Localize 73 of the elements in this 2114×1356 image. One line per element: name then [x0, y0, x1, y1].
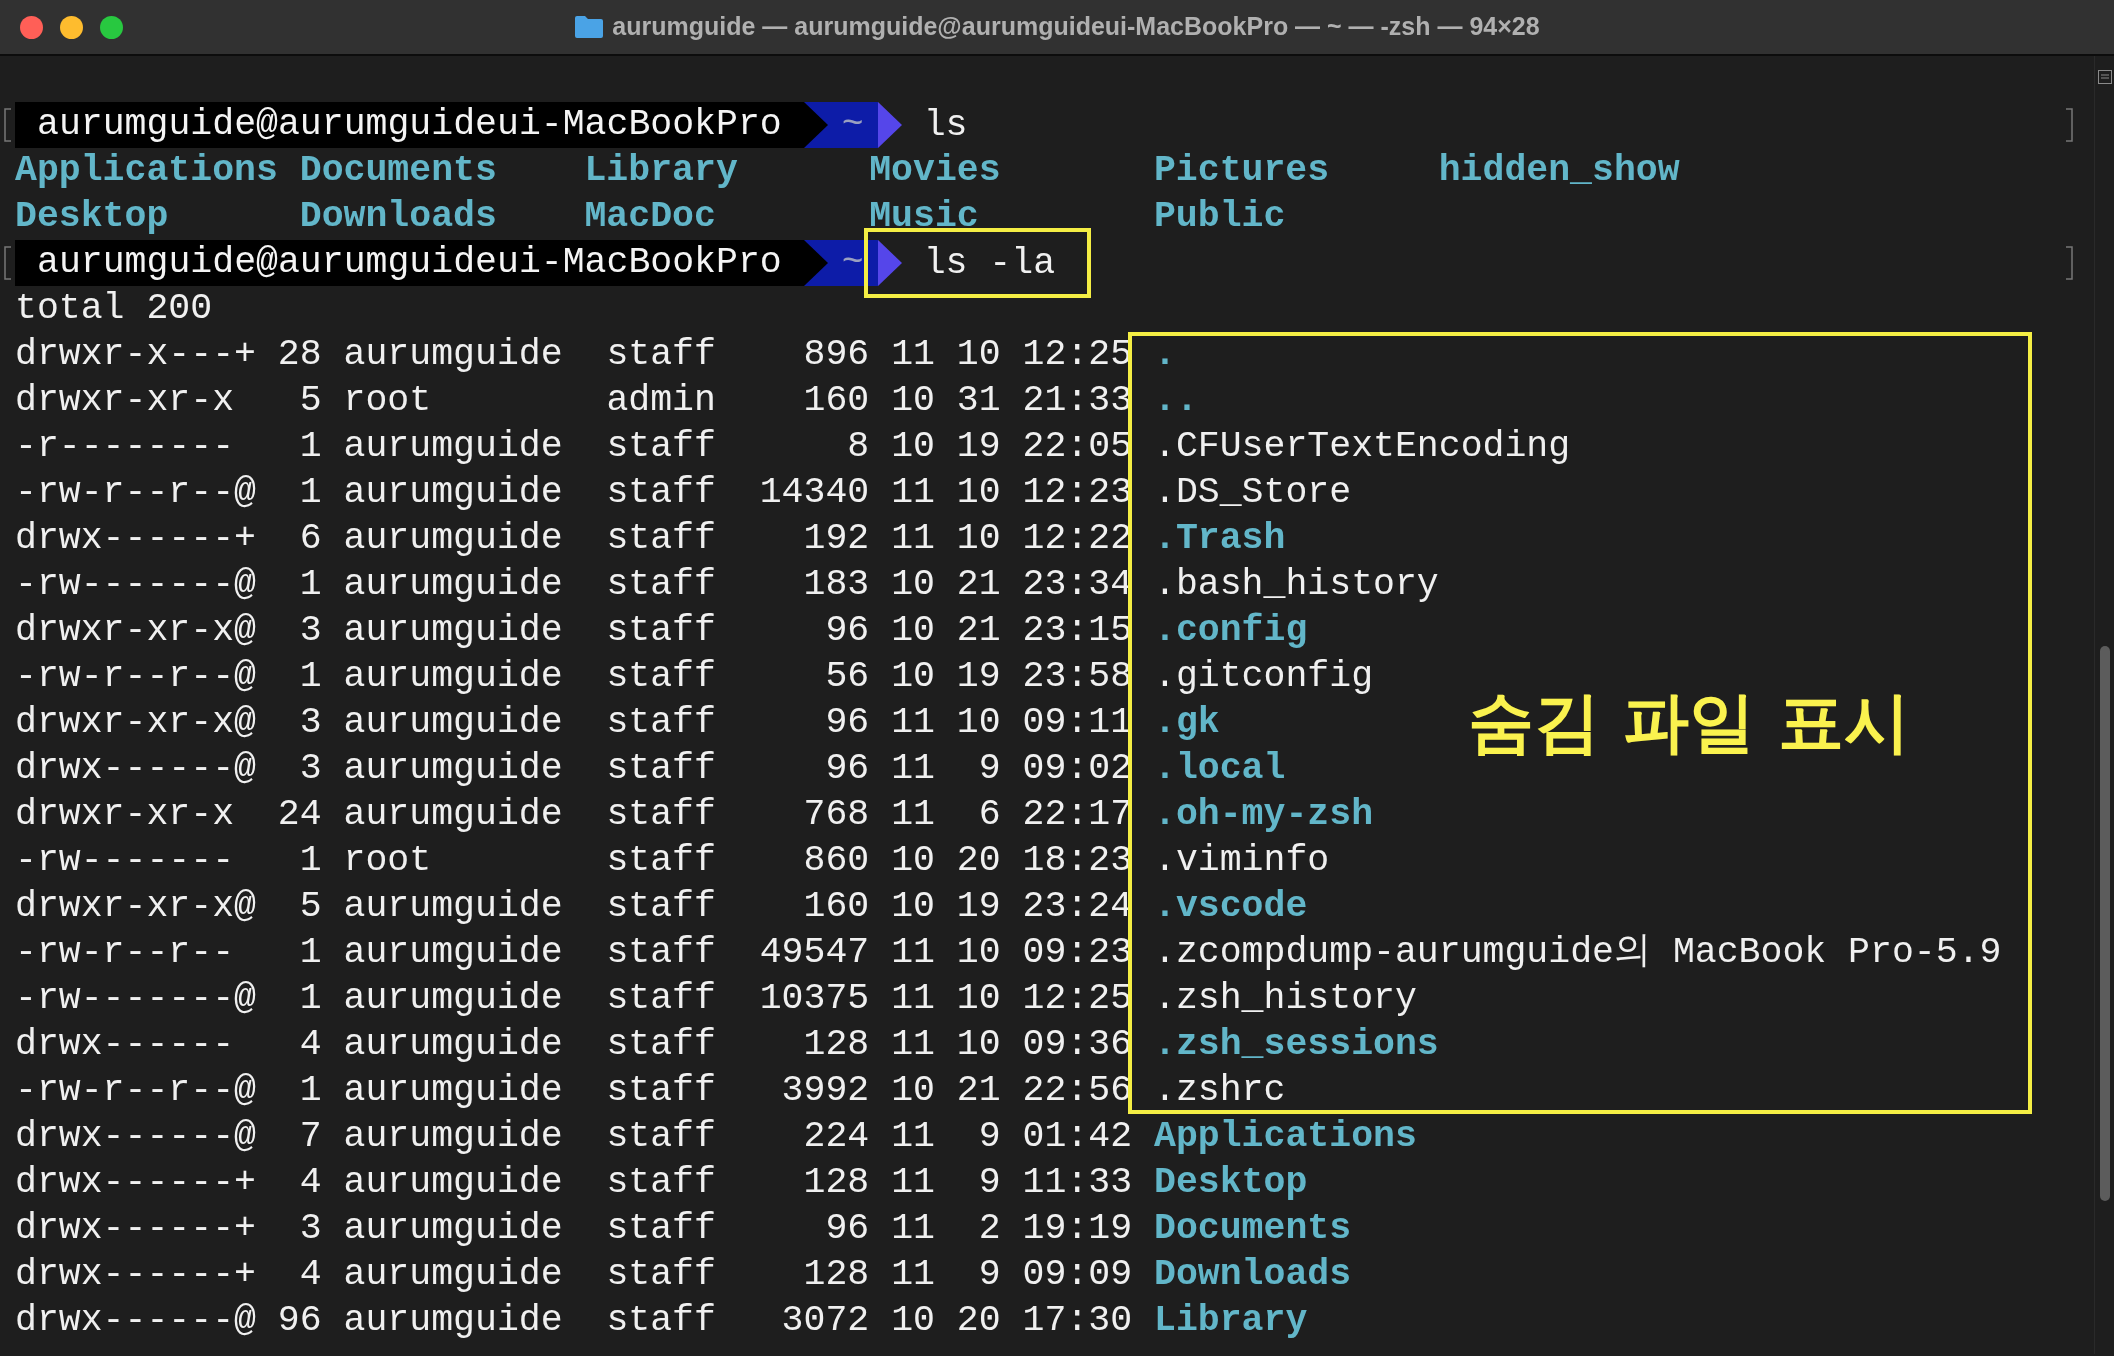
directory-name: MacDoc — [584, 195, 717, 239]
directory-name: Downloads — [299, 195, 498, 239]
file-details: -rw------- 1 root staff 860 10 20 18:23 — [15, 839, 1134, 883]
file-name: .zsh_history — [1154, 977, 1417, 1021]
file-details: drwxr-x---+ 28 aurumguide staff 896 11 10 12:25 — [15, 333, 1134, 377]
directory-name: .. — [1154, 379, 1198, 423]
directory-name: .config — [1154, 609, 1308, 653]
file-details: -rw-------@ 1 aurumguide staff 183 10 21 23:34 — [15, 563, 1134, 607]
zoom-button[interactable] — [100, 16, 123, 39]
directory-name: .Trash — [1154, 517, 1286, 561]
file-details: -rw-r--r--@ 1 aurumguide staff 56 10 19 23:58 — [15, 655, 1134, 699]
directory-name: Movies — [869, 149, 1002, 193]
directory-name: .vscode — [1154, 885, 1308, 929]
file-details: drwxr-xr-x@ 3 aurumguide staff 96 10 21 23:15 — [15, 609, 1134, 653]
file-details: drwx------+ 4 aurumguide staff 128 11 9 09:09 — [15, 1253, 1134, 1297]
command-text: ls -la — [922, 242, 1056, 284]
file-name: .bash_history — [1154, 563, 1439, 607]
directory-name: Downloads — [1154, 1253, 1352, 1297]
prompt-arrow-icon — [877, 102, 902, 148]
file-details: drwx------+ 3 aurumguide staff 96 11 2 19:19 — [15, 1207, 1134, 1251]
prompt-arrow-icon — [877, 240, 902, 286]
file-name: .DS_Store — [1154, 471, 1352, 515]
line-mark-icon — [4, 108, 12, 142]
command-text: ls — [922, 104, 968, 146]
directory-name: .zsh_sessions — [1154, 1023, 1439, 1067]
file-details: drwxr-xr-x 5 root admin 160 10 31 21:33 — [15, 379, 1134, 423]
directory-name: Documents — [1154, 1207, 1352, 1251]
line-mark-icon — [2065, 108, 2073, 142]
directory-name: Desktop — [1154, 1161, 1308, 1205]
file-details: -rw-------@ 1 aurumguide staff 10375 11 10 12:25 — [15, 977, 1134, 1021]
file-details: -rw-r--r--@ 1 aurumguide staff 3992 10 21 22:56 — [15, 1069, 1134, 1113]
line-mark-icon — [4, 246, 12, 280]
window-title: aurumguide — aurumguide@aurumguideui-MacBookPro — ~ — -zsh — 94×28 — [612, 11, 1540, 43]
directory-name: Library — [584, 149, 739, 193]
directory-name: Applications — [1154, 1115, 1417, 1159]
scrollbar-thumb[interactable] — [2100, 646, 2110, 1201]
file-details: drwx------@ 3 aurumguide staff 96 11 9 09:02 — [15, 747, 1134, 791]
directory-name: .oh-my-zsh — [1154, 793, 1374, 837]
minimize-button[interactable] — [60, 16, 83, 39]
file-details: drwx------ 4 aurumguide staff 128 11 10 09:36 — [15, 1023, 1134, 1067]
file-details: drwx------+ 4 aurumguide staff 128 11 9 11:33 — [15, 1161, 1134, 1205]
file-name: .CFUserTextEncoding — [1154, 425, 1571, 469]
file-name: .viminfo — [1154, 839, 1330, 883]
line-mark-icon — [2065, 246, 2073, 280]
file-details: -r-------- 1 aurumguide staff 8 10 19 22:05 — [15, 425, 1134, 469]
file-details: -rw-r--r-- 1 aurumguide staff 49547 11 10 09:23 — [15, 931, 1134, 975]
file-name: .gitconfig — [1154, 655, 1374, 699]
file-details: drwx------+ 6 aurumguide staff 192 11 10 12:22 — [15, 517, 1134, 561]
directory-name: Documents — [299, 149, 498, 193]
directory-name: Applications — [15, 149, 279, 193]
directory-name: .local — [1154, 747, 1286, 791]
menu-icon[interactable] — [2098, 70, 2112, 84]
close-button[interactable] — [20, 16, 43, 39]
directory-name: Music — [869, 195, 980, 239]
file-details: drwxr-xr-x@ 3 aurumguide staff 96 11 10 09:11 — [15, 701, 1134, 745]
directory-name: Library — [1154, 1299, 1308, 1343]
directory-name: .gk — [1154, 701, 1220, 745]
file-name: .zshrc — [1154, 1069, 1286, 1113]
output-text: total 200 — [15, 287, 213, 331]
file-name: .zcompdump-aurumguide의 MacBook Pro-5.9 — [1154, 931, 2002, 975]
file-details: drwxr-xr-x@ 5 aurumguide staff 160 10 19 23:24 — [15, 885, 1134, 929]
prompt-directory: ~ — [827, 102, 878, 148]
file-details: drwxr-xr-x 24 aurumguide staff 768 11 6 22:17 — [15, 793, 1134, 837]
directory-name: Public — [1153, 195, 1287, 239]
folder-icon — [574, 15, 605, 39]
directory-name: . — [1154, 333, 1176, 377]
file-details: -rw-r--r--@ 1 aurumguide staff 14340 11 10 12:23 — [15, 471, 1134, 515]
directory-name: hidden_show — [1438, 149, 1681, 193]
annotation-label: 숨김 파일 표시 — [1468, 686, 1910, 760]
directory-name: Pictures — [1153, 149, 1331, 193]
file-details: drwx------@ 96 aurumguide staff 3072 10 20 17:30 — [15, 1299, 1134, 1343]
directory-name: Desktop — [15, 195, 170, 239]
file-details: drwx------@ 7 aurumguide staff 224 11 9 01:42 — [15, 1115, 1134, 1159]
